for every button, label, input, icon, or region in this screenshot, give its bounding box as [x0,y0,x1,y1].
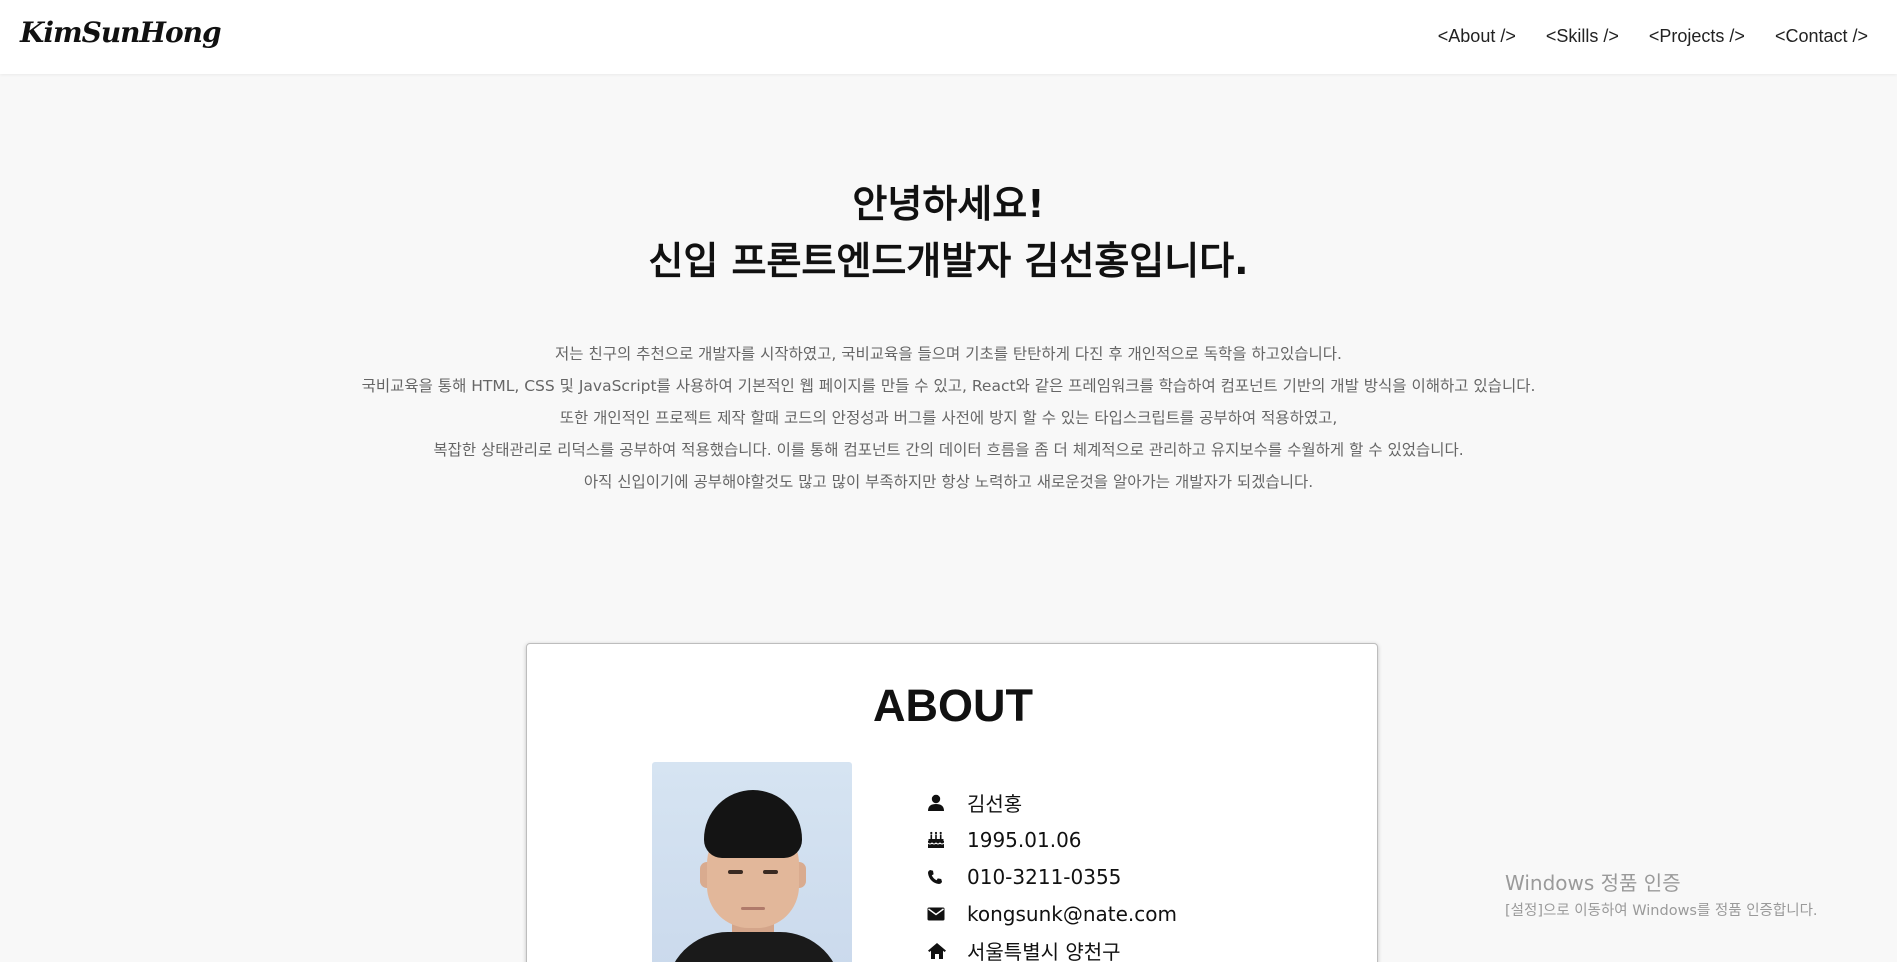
about-info-list: 김선홍 1995.01.06 010-3211-0355 kongsunk@na… [925,784,1177,962]
hero-description: 저는 친구의 추천으로 개발자를 시작하였고, 국비교육을 들으며 기초를 탄탄… [0,338,1897,498]
info-birthday: 1995.01.06 [967,827,1082,852]
hero-desc-line: 또한 개인적인 프로젝트 제작 할때 코드의 안정성과 버그를 사전에 방지 할… [559,409,1338,427]
hero-desc-line: 저는 친구의 추천으로 개발자를 시작하였고, 국비교육을 들으며 기초를 탄탄… [555,345,1342,363]
info-row-email: kongsunk@nate.com [925,895,1177,932]
info-row-name: 김선홍 [925,784,1177,821]
watermark-subtitle: [설정]으로 이동하여 Windows를 정품 인증합니다. [1505,903,1818,919]
site-header: KimSunHong <About /> <Skills /> <Project… [0,0,1897,74]
info-row-address: 서울특별시 양천구 [925,932,1177,962]
info-name: 김선홍 [967,792,1023,816]
windows-activation-watermark: Windows 정품 인증 [설정]으로 이동하여 Windows를 정품 인증… [1505,867,1818,920]
watermark-title: Windows 정품 인증 [1505,871,1681,895]
info-phone: 010-3211-0355 [967,864,1122,889]
profile-photo [652,762,852,962]
main-nav: <About /> <Skills /> <Projects /> <Conta… [1438,26,1868,47]
hero-desc-line: 아직 신입이기에 공부해야할것도 많고 많이 부족하지만 항상 노력하고 새로운… [583,473,1314,491]
site-logo[interactable]: KimSunHong [20,16,222,49]
mail-icon [925,907,967,921]
phone-icon [925,869,967,885]
hero-title-line2: 신입 프론트엔드개발자 김선홍입니다. [648,239,1249,283]
about-title: ABOUT [873,680,1033,731]
info-row-phone: 010-3211-0355 [925,858,1177,895]
info-row-birthday: 1995.01.06 [925,821,1177,858]
nav-contact[interactable]: <Contact /> [1775,26,1868,47]
hero-desc-line: 국비교육을 통해 HTML, CSS 및 JavaScript를 사용하여 기본… [361,377,1536,395]
hero-desc-line: 복잡한 상태관리로 리덕스를 공부하여 적용했습니다. 이를 통해 컴포넌트 간… [433,441,1464,459]
nav-skills[interactable]: <Skills /> [1546,26,1619,47]
user-icon [925,794,967,812]
nav-about[interactable]: <About /> [1438,26,1516,47]
about-card: ABOUT 김선홍 1995.01.06 010-3211-0355 kongs… [526,643,1378,962]
hero-title-line1: 안녕하세요! [852,182,1045,226]
birthday-cake-icon [925,831,967,849]
home-icon [925,942,967,960]
info-address: 서울특별시 양천구 [967,940,1121,962]
nav-projects[interactable]: <Projects /> [1649,26,1745,47]
info-email: kongsunk@nate.com [967,901,1177,926]
hero-title: 안녕하세요! 신입 프론트엔드개발자 김선홍입니다. [0,176,1897,290]
